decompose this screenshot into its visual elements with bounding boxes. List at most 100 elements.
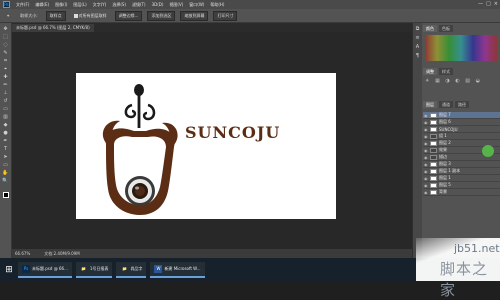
eraser-tool-icon[interactable]: ▭ [1,106,10,113]
layer-row[interactable]: ◉ 图层 3 [423,161,500,168]
canvas-area[interactable]: SUNCOJU [12,32,412,249]
eyedropper-tool-icon[interactable]: ⌖ [4,12,12,19]
tab-color[interactable]: 颜色 [423,25,437,32]
menu-select[interactable]: 选择(S) [112,2,126,8]
effect-icon [430,154,437,160]
quick-select-tool-icon[interactable]: ✎ [1,50,10,57]
minimize-button[interactable]: — [478,1,483,7]
panel-dock: ⧉ ≡ A ¶ [413,23,422,258]
tab-styles[interactable]: 样式 [439,68,453,75]
eye-icon[interactable]: ◉ [424,190,428,195]
taskbar-item-folder-1[interactable]: 📁 1号日报表 [75,261,113,278]
eye-icon[interactable]: ◉ [424,141,428,146]
checkbox-icon [73,13,78,18]
eye-icon[interactable]: ◉ [424,162,428,167]
toolbox: ✥ ⬚ ◌ ✎ ⌗ ⌖ ✚ ✏ ⊥ ↺ ▭ ▥ ◆ ● ✒ T ➤ ▭ ✋ 🔍 [0,23,12,258]
print-size-button[interactable]: 打印尺寸 [213,10,238,21]
tab-adjustments[interactable]: 调整 [423,68,437,75]
eyedropper-icon[interactable]: ⌖ [1,66,10,73]
layer-thumbnail [430,182,437,188]
gradient-tool-icon[interactable]: ▥ [1,114,10,121]
sample-size-select[interactable]: 取样点 [45,10,66,21]
task-label: 新建 Microsoft W... [164,265,201,271]
history-brush-icon[interactable]: ↺ [1,98,10,105]
menu-help[interactable]: 帮助(H) [210,2,224,8]
menu-3d[interactable]: 3D(D) [152,2,164,7]
character-panel-icon[interactable]: A [415,44,421,50]
document-canvas[interactable]: SUNCOJU [76,73,336,219]
taskbar-item-photoshop[interactable]: Ps 未标题.psd @ 66... [18,261,72,278]
eye-icon[interactable]: ◉ [424,120,428,125]
tab-layers[interactable]: 图层 [423,101,437,108]
taskbar-item-word[interactable]: W 新建 Microsoft W... [150,261,205,278]
layer-row[interactable]: ◉ SUNCOJU [423,126,500,133]
zoom-level[interactable]: 66.67% [15,251,30,256]
healing-brush-icon[interactable]: ✚ [1,74,10,81]
tab-paths[interactable]: 路径 [455,101,469,108]
menu-type[interactable]: 文字(Y) [93,2,107,8]
eye-icon[interactable]: ◉ [424,183,428,188]
color-panel-tabs: 颜色 色板 [423,25,453,32]
maximize-button[interactable]: □ [486,1,491,7]
eye-icon[interactable]: ◉ [424,148,428,153]
layer-row[interactable]: ◉ 背景 [423,189,500,196]
hand-tool-icon[interactable]: ✋ [1,170,10,177]
all-layers-checkbox[interactable]: 对所有图层取样 [71,12,110,20]
brush-tool-icon[interactable]: ✏ [1,82,10,89]
crop-tool-icon[interactable]: ⌗ [1,58,10,65]
blur-tool-icon[interactable]: ◆ [1,122,10,129]
menu-filter[interactable]: 滤镜(T) [132,2,146,8]
history-panel-icon[interactable]: ⧉ [415,26,421,32]
zoom-tool-icon[interactable]: 🔍 [1,178,10,185]
layer-row[interactable]: ◉ 图层 7 [423,112,500,119]
refine-edge-button[interactable]: 调整边缘... [114,10,143,21]
paragraph-panel-icon[interactable]: ¶ [415,53,421,59]
eye-icon[interactable]: ◉ [424,134,428,139]
properties-panel-icon[interactable]: ≡ [415,35,421,41]
close-button[interactable]: × [494,1,498,7]
layer-name: 图层 5 [439,182,451,187]
tab-swatches[interactable]: 色板 [439,25,453,32]
add-to-selection-button[interactable]: 添加到选区 [147,10,176,21]
pen-tool-icon[interactable]: ✒ [1,138,10,145]
layer-row[interactable]: ◉ 组 1 [423,133,500,140]
layer-name: 背景 [439,189,447,194]
marquee-tool-icon[interactable]: ⬚ [1,34,10,41]
layer-name: 描边 [439,154,447,159]
layer-row[interactable]: ◉ 图层 1 副本 [423,168,500,175]
adjustment-presets-icon[interactable]: ☀ ▦ ◑ ◐ ▧ ◒ [425,78,482,84]
folder-icon [430,133,437,139]
menu-layer[interactable]: 图层(L) [73,2,86,8]
layer-name: 图层 1 [439,175,451,180]
type-tool-icon[interactable]: T [1,146,10,153]
menu-view[interactable]: 视图(V) [169,2,183,8]
path-select-icon[interactable]: ➤ [1,154,10,161]
menu-image[interactable]: 图像(I) [55,2,67,8]
lasso-tool-icon[interactable]: ◌ [1,42,10,49]
eye-icon[interactable]: ◉ [424,127,428,132]
fit-screen-button[interactable]: 缩放到屏幕 [180,10,209,21]
windows-start-icon[interactable]: ⊞ [4,265,14,275]
dodge-tool-icon[interactable]: ● [1,130,10,137]
eye-icon[interactable]: ◉ [424,113,428,118]
taskbar-item-folder-2[interactable]: 📁 尚品字 [116,261,147,278]
eye-icon[interactable]: ◉ [424,169,428,174]
layer-row[interactable]: ◉ 图层 5 [423,182,500,189]
foreground-color-swatch[interactable] [2,192,9,198]
color-spectrum[interactable] [425,35,497,61]
menu-window[interactable]: 窗口(W) [189,2,204,8]
clone-stamp-icon[interactable]: ⊥ [1,90,10,97]
layer-name: 图层 7 [439,112,451,117]
move-tool-icon[interactable]: ✥ [1,26,10,33]
document-tab[interactable]: 未标题.psd @ 66.7% (图层 2, CMYK/8) [12,24,94,32]
menu-file[interactable]: 文件(F) [16,2,29,8]
shape-tool-icon[interactable]: ▭ [1,162,10,169]
layer-row[interactable]: ◉ 图层 1 [423,175,500,182]
tab-channels[interactable]: 通道 [439,101,453,108]
eye-icon[interactable]: ◉ [424,176,428,181]
eye-icon[interactable]: ◉ [424,155,428,160]
menu-edit[interactable]: 编辑(E) [35,2,49,8]
layer-name: 效果 [439,147,447,152]
layer-row[interactable]: ◉ 图层 6 [423,119,500,126]
green-circle-button[interactable] [482,145,494,157]
